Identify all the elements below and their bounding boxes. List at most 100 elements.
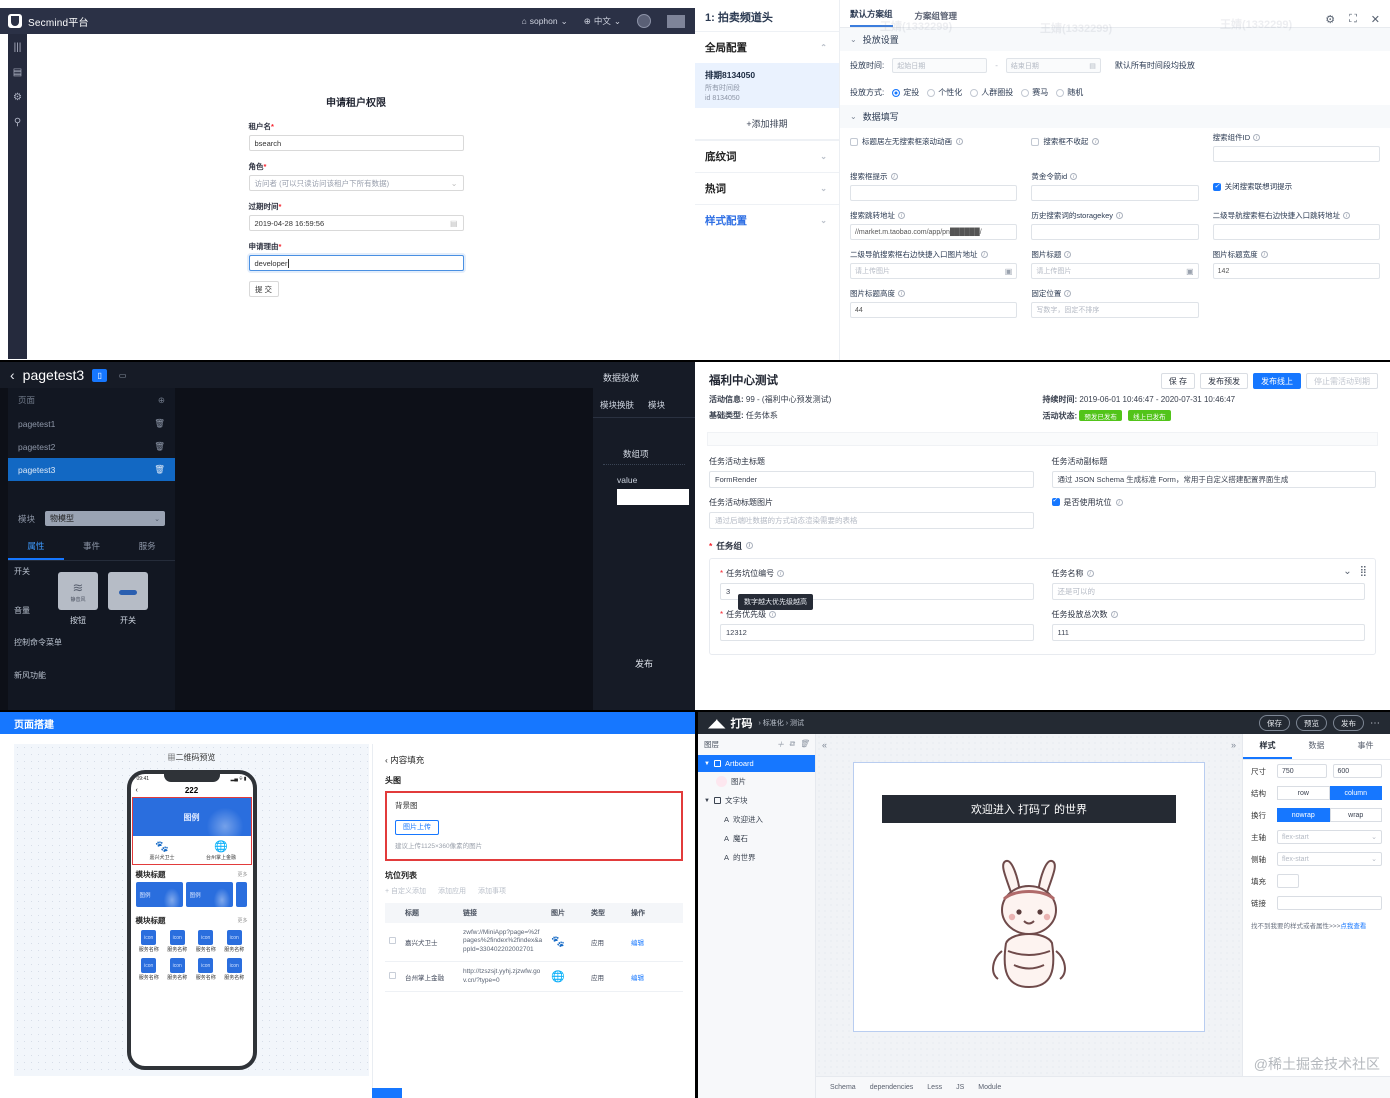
layer-node-artboard[interactable]: ▼ Artboard [698,755,815,772]
section-delivery-settings[interactable]: ⌄ 投放设置 [840,28,1390,51]
tab-group-management[interactable]: 方案组管理 [915,10,958,27]
tab-js[interactable]: JS [956,1084,964,1091]
delete-icon[interactable]: 🗑 [154,464,165,475]
history-storagekey-input[interactable] [1031,224,1199,240]
collapse-left-icon[interactable]: « [822,740,827,750]
link-input[interactable] [1277,896,1382,910]
direction-row-option[interactable]: row [1277,786,1330,800]
mobile-view-icon[interactable]: ▯ [92,368,108,382]
add-app-action[interactable]: 添加应用 [438,886,466,896]
section-data-fill[interactable]: ⌄ 数据填写 [840,105,1390,128]
direction-column-option[interactable]: column [1329,786,1382,800]
image-title-width-input[interactable]: 142 [1212,263,1380,279]
chevron-down-icon[interactable]: ⌄ [1343,566,1351,577]
image-title-height-input[interactable]: 44 [850,302,1018,318]
wrap-wrap-option[interactable]: wrap [1329,808,1382,822]
role-select[interactable]: 访问者 (可以只读访问该租户下所有数据) ⌄ [248,175,464,191]
back-icon[interactable]: ‹ [10,367,15,383]
end-date-input[interactable]: 结束日期 ▤ [1005,58,1101,73]
info-icon[interactable]: i [1343,212,1351,219]
radio-renqun[interactable]: 人群圈投 [970,87,1013,98]
fixed-position-input[interactable]: 写数字，固定不排序 [1031,302,1199,318]
add-schedule-button[interactable]: +添加排期 [695,108,839,140]
topnav-user[interactable]: ⌂ sophon ⌄ [522,16,568,27]
breadcrumb[interactable]: ‹ 内容填充 [385,754,683,766]
layer-node-text-world[interactable]: A 的世界 [698,848,815,867]
search-hint-input[interactable] [850,185,1018,201]
row-op[interactable]: 编辑 [627,961,683,993]
table-row[interactable]: 台州掌上金融 http://tzszsjt.yyhj.zjzwfw.gov.cn… [385,961,683,993]
submit-button[interactable]: 提 交 [248,281,279,297]
info-icon[interactable]: i [1115,498,1123,506]
module-card[interactable]: 图例 [185,882,233,907]
cross-axis-select[interactable]: flex-start ⌄ [1277,852,1382,866]
tab-less[interactable]: Less [927,1084,942,1091]
module-card[interactable]: 图例 [135,882,183,907]
info-icon[interactable]: i [769,610,777,618]
info-icon[interactable]: i [1260,251,1268,258]
start-date-input[interactable]: 起始日期 [892,58,988,73]
delete-icon[interactable]: 🗑 [799,739,809,750]
search-component-id-input[interactable] [1212,146,1380,162]
layer-node-text-welcome[interactable]: A 欢迎进入 [698,810,815,829]
info-icon[interactable]: i [980,251,988,258]
add-page-icon[interactable]: ⊕ [158,395,165,406]
tenant-name-input[interactable]: bsearch [248,135,464,151]
info-icon[interactable]: i [1086,569,1094,577]
radio-saima[interactable]: 赛马 [1021,87,1048,98]
image-title-input[interactable]: 请上传图片 ▣ [1031,263,1199,279]
publish-button[interactable]: 发布 [1333,715,1364,731]
checkbox-close-suggest[interactable]: 关闭搜索联想词提示 [1212,171,1380,201]
info-icon[interactable]: i [898,212,905,219]
publish-pre-button[interactable]: 发布预发 [1200,373,1248,389]
service-tile[interactable]: icon 服务名称 [163,958,192,981]
task-total-count-input[interactable]: 111 [1051,623,1365,641]
main-axis-select[interactable]: flex-start ⌄ [1277,830,1382,844]
padding-input[interactable] [1277,874,1299,888]
info-icon[interactable]: i [745,542,753,549]
info-icon[interactable]: i [890,173,898,180]
sidebar-section-pattern[interactable]: 底纹词 ⌄ [695,140,839,172]
qr-preview-label[interactable]: ▦二维码预览 [14,744,369,763]
secondary-nav-jump-url-input[interactable] [1212,224,1380,240]
widget-switch-preview[interactable] [108,572,148,610]
reason-input[interactable]: developer [248,255,464,271]
avatar[interactable] [637,14,651,28]
preview-button[interactable]: 预览 [1296,715,1327,731]
module-card[interactable] [235,882,248,907]
save-button[interactable]: 保存 [1259,715,1290,731]
image-icon[interactable]: ▣ [1005,267,1013,276]
menu-icon[interactable]: ||| [12,42,23,53]
tab-schema[interactable]: Schema [830,1084,856,1091]
add-item-action[interactable]: 添加事项 [478,886,506,896]
layer-node-text-moshi[interactable]: A 魔石 [698,829,815,848]
page-item-2[interactable]: pagetest2 🗑 [8,435,175,458]
page-item-1[interactable]: pagetest1 🗑 [8,412,175,435]
golden-arrow-id-input[interactable] [1031,185,1199,201]
info-icon[interactable]: i [1070,173,1078,180]
title-image-input[interactable]: 通过后端吐数据的方式动态渲染需要的表格 [709,511,1034,529]
table-row[interactable]: 嘉兴犬卫士 zwfw://MiniApp?page=%2fpages%2find… [385,922,683,962]
info-icon[interactable]: i [1064,290,1072,297]
radio-suiji[interactable]: 随机 [1056,87,1083,98]
tab-properties[interactable]: 属性 [8,534,64,560]
info-icon[interactable]: i [956,138,963,145]
hero-module[interactable]: 图例 🐾 嘉兴犬卫士 🌐 台州掌上金融 [131,797,252,865]
schedule-item[interactable]: 排期8134050 所有时间段 id 8134050 [695,63,839,108]
upload-image-button[interactable]: 图片上传 [395,819,439,835]
delete-icon[interactable]: 🗑 [154,418,165,429]
gear-icon[interactable]: ⚙ [12,92,23,103]
service-tile[interactable]: icon 服务名称 [192,930,221,953]
publish-online-button[interactable]: 发布线上 [1253,373,1301,389]
layer-node-textblock[interactable]: ▼ 文字块 [698,791,815,810]
close-icon[interactable]: ✕ [1371,13,1380,26]
tab-events[interactable]: 事件 [64,534,120,560]
service-tile[interactable]: icon 服务名称 [163,930,192,953]
info-icon[interactable]: i [1253,134,1261,141]
service-tile[interactable]: icon 服务名称 [135,958,164,981]
checkbox-title-left[interactable]: 标题居左无搜索框滚动动画 i [850,132,1017,162]
info-icon[interactable]: i [777,569,785,577]
sub-title-input[interactable]: 通过 JSON Schema 生成标准 Form，常用于自定义搭建配置界面生成 [1051,470,1376,488]
layer-node-image[interactable]: 图片 [698,772,815,791]
image-icon[interactable]: ▣ [1186,267,1194,276]
